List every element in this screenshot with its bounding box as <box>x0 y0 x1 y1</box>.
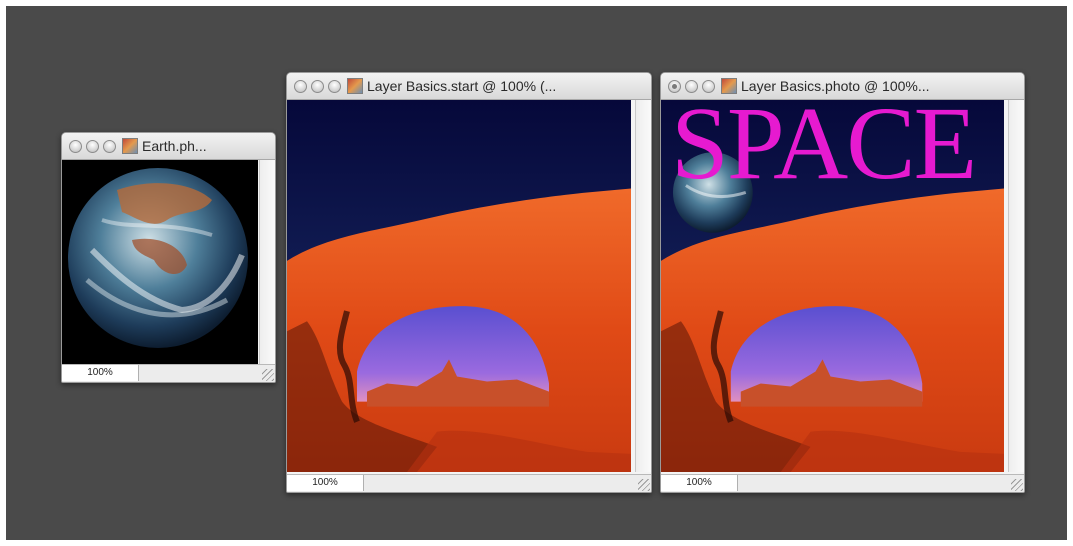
vertical-scrollbar[interactable] <box>1008 100 1024 472</box>
zoom-level-field[interactable]: 100% <box>62 365 139 381</box>
zoom-button-icon[interactable] <box>702 79 715 93</box>
zoom-level-field[interactable]: 100% <box>661 475 738 491</box>
title-bar[interactable]: Earth.ph... <box>62 133 275 160</box>
title-bar[interactable]: Layer Basics.start @ 100% (... <box>287 73 651 100</box>
layer-basics-photo-window[interactable]: Layer Basics.photo @ 100%... SPACE 100% <box>660 72 1025 493</box>
arch-photo <box>287 100 631 472</box>
close-button-icon[interactable] <box>668 79 681 93</box>
document-icon <box>122 138 138 154</box>
image-canvas[interactable] <box>62 160 258 364</box>
earth-document-window[interactable]: Earth.ph... 100% <box>61 132 276 383</box>
image-canvas[interactable]: SPACE <box>661 100 1004 472</box>
status-bar: 100% <box>661 474 1024 492</box>
window-title: Layer Basics.photo @ 100%... <box>741 78 930 94</box>
status-bar: 100% <box>287 474 651 492</box>
close-button-icon[interactable] <box>69 139 82 153</box>
document-icon <box>721 78 737 94</box>
layer-basics-start-window[interactable]: Layer Basics.start @ 100% (... 100% <box>286 72 652 493</box>
document-icon <box>347 78 363 94</box>
window-title: Layer Basics.start @ 100% (... <box>367 78 557 94</box>
earth-image <box>62 160 258 364</box>
title-bar[interactable]: Layer Basics.photo @ 100%... <box>661 73 1024 100</box>
resize-grip-icon[interactable] <box>262 369 274 381</box>
zoom-button-icon[interactable] <box>328 79 341 93</box>
image-canvas[interactable] <box>287 100 631 472</box>
zoom-button-icon[interactable] <box>103 139 116 153</box>
space-text-layer[interactable]: SPACE <box>671 100 977 196</box>
resize-grip-icon[interactable] <box>638 479 650 491</box>
window-title: Earth.ph... <box>142 138 207 154</box>
zoom-level-field[interactable]: 100% <box>287 475 364 491</box>
minimize-button-icon[interactable] <box>86 139 99 153</box>
status-bar: 100% <box>62 364 275 382</box>
vertical-scrollbar[interactable] <box>635 100 651 472</box>
vertical-scrollbar[interactable] <box>259 160 275 364</box>
minimize-button-icon[interactable] <box>311 79 324 93</box>
minimize-button-icon[interactable] <box>685 79 698 93</box>
resize-grip-icon[interactable] <box>1011 479 1023 491</box>
close-button-icon[interactable] <box>294 79 307 93</box>
